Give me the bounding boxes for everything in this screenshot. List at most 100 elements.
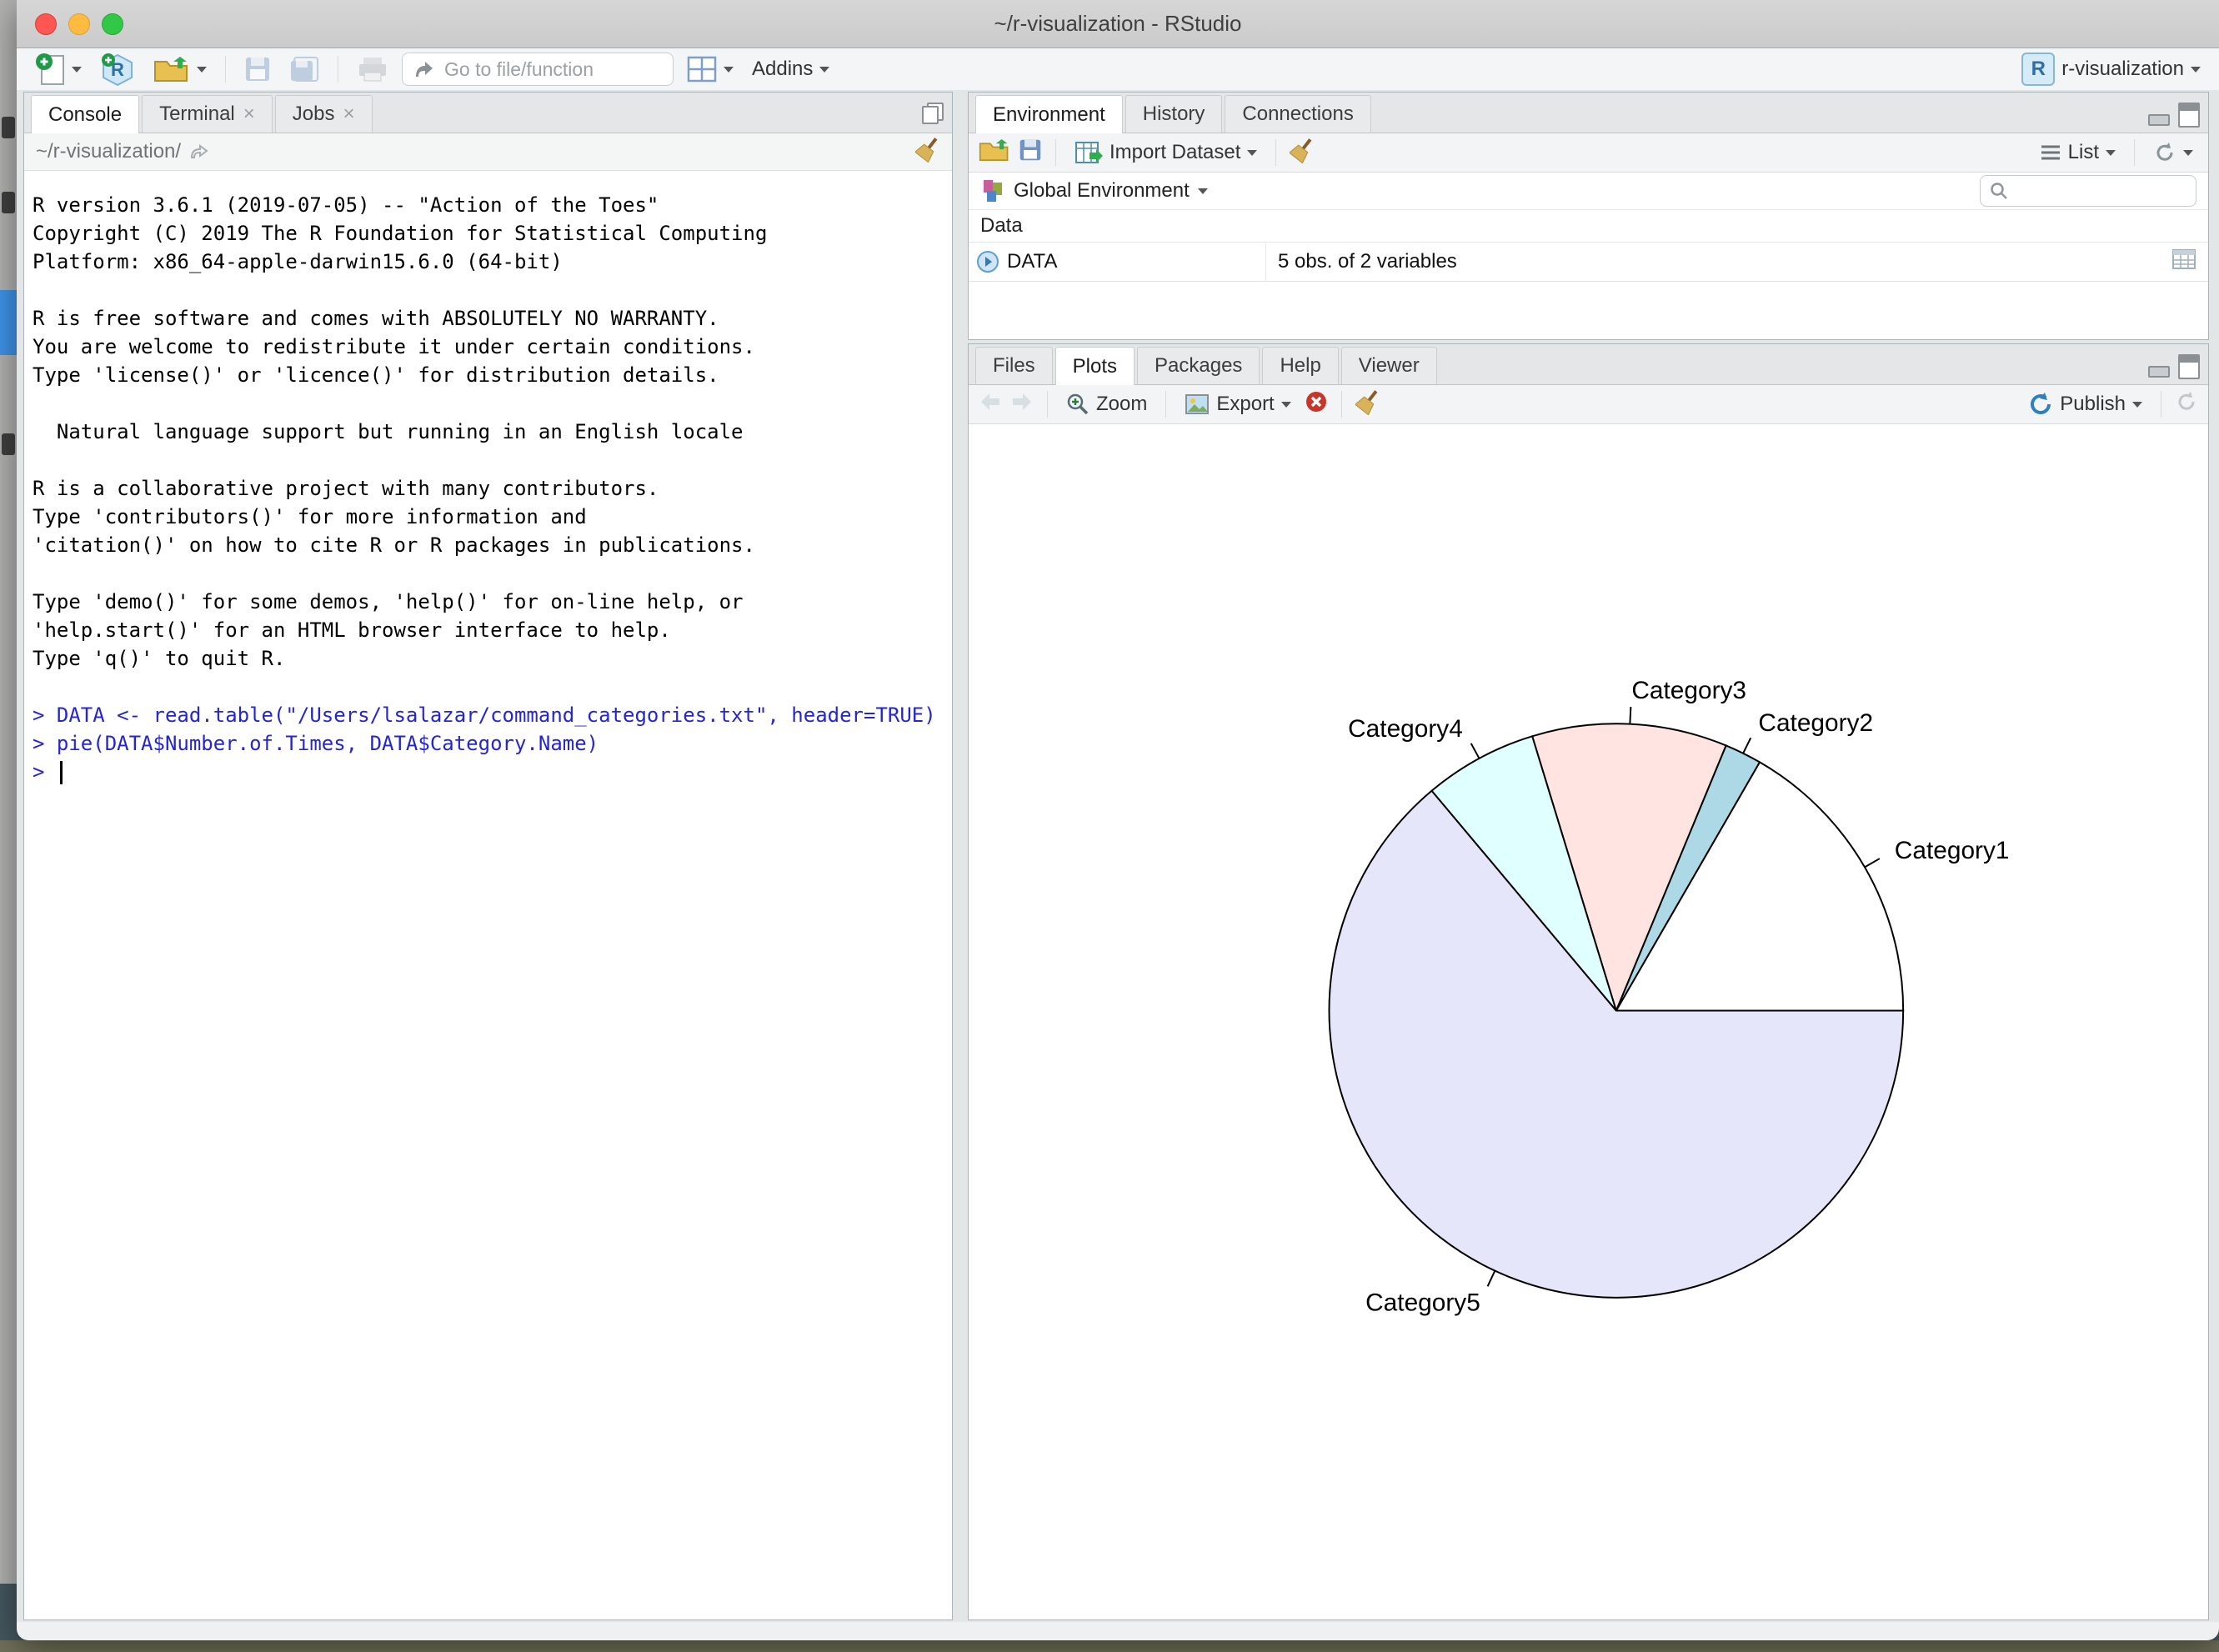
goto-file-input[interactable] xyxy=(443,58,629,82)
pie-label-tick xyxy=(1488,1271,1495,1287)
pane-layout-button[interactable] xyxy=(682,53,739,86)
list-view-dropdown[interactable]: List xyxy=(2035,138,2121,168)
console-output-line xyxy=(33,389,952,418)
goto-directory-icon[interactable] xyxy=(189,143,209,161)
zoom-label: Zoom xyxy=(1096,393,1147,416)
console-prompt: > xyxy=(33,760,57,783)
next-plot-button[interactable] xyxy=(1010,392,1034,418)
close-icon[interactable]: × xyxy=(343,104,354,124)
chevron-down-icon xyxy=(72,67,82,73)
chevron-down-icon xyxy=(1281,402,1291,408)
new-project-button[interactable]: R xyxy=(95,48,140,90)
import-dataset-dropdown[interactable]: Import Dataset xyxy=(1069,138,1262,168)
expand-object-icon[interactable] xyxy=(976,250,999,273)
chevron-down-icon xyxy=(2106,150,2116,156)
save-icon xyxy=(1019,138,1042,162)
tab-console[interactable]: Console xyxy=(31,95,139,133)
zoom-plot-button[interactable]: Zoom xyxy=(1061,389,1152,419)
console-output-line: Type 'q()' to quit R. xyxy=(33,644,952,673)
minimize-pane-icon[interactable] xyxy=(2148,114,2170,126)
window-title: ~/r-visualization - RStudio xyxy=(994,11,1242,37)
minimize-window-button[interactable] xyxy=(68,13,90,35)
load-workspace-button[interactable] xyxy=(979,138,1010,168)
new-file-button[interactable] xyxy=(30,49,87,89)
addins-label: Addins xyxy=(752,58,813,81)
traffic-lights xyxy=(35,0,123,48)
magnifier-icon xyxy=(1066,393,1089,416)
refresh-plot-button[interactable] xyxy=(2175,390,2198,419)
chevron-down-icon xyxy=(2183,150,2193,156)
global-environment-icon xyxy=(980,178,1005,203)
main-toolbar: R xyxy=(17,48,2219,91)
chevron-down-icon xyxy=(2191,67,2201,73)
tab-plots[interactable]: Plots xyxy=(1055,347,1135,385)
toolbar-separator xyxy=(225,56,226,83)
tab-terminal[interactable]: Terminal × xyxy=(142,95,273,133)
print-button[interactable] xyxy=(352,53,393,86)
export-dropdown[interactable]: Export xyxy=(1180,389,1295,419)
maximize-pane-icon[interactable] xyxy=(2178,103,2200,128)
console-output-line xyxy=(33,276,952,304)
environment-section-header: Data xyxy=(969,210,2208,242)
clear-all-plots-button[interactable] xyxy=(1355,388,1380,421)
environment-scope-dropdown[interactable]: Global Environment xyxy=(1014,179,1190,203)
save-button[interactable] xyxy=(239,53,276,86)
tab-environment[interactable]: Environment xyxy=(975,95,1123,133)
broom-icon xyxy=(1290,137,1315,163)
remove-plot-button[interactable] xyxy=(1305,390,1328,419)
save-all-button[interactable] xyxy=(284,53,324,86)
refresh-icon xyxy=(2175,390,2198,413)
view-table-button[interactable] xyxy=(2171,248,2196,276)
tab-packages[interactable]: Packages xyxy=(1137,347,1260,384)
chevron-down-icon xyxy=(2132,402,2142,408)
environment-tabstrip: Environment History Connections xyxy=(969,93,2208,133)
tab-label: Plots xyxy=(1073,348,1117,385)
tab-help[interactable]: Help xyxy=(1262,347,1338,384)
background-blob xyxy=(2,117,15,138)
refresh-icon xyxy=(2153,141,2176,164)
goto-file-box xyxy=(402,53,674,86)
addins-dropdown[interactable]: Addins xyxy=(747,54,834,84)
tab-viewer[interactable]: Viewer xyxy=(1341,347,1437,384)
maximize-pane-icon[interactable] xyxy=(2178,354,2200,379)
clear-console-button[interactable] xyxy=(915,136,940,168)
tab-label: Environment xyxy=(993,97,1105,133)
object-summary: 5 obs. of 2 variables xyxy=(1265,243,2171,281)
save-all-icon xyxy=(289,56,319,83)
environment-object-row[interactable]: DATA 5 obs. of 2 variables xyxy=(969,242,2208,282)
publish-icon xyxy=(2028,392,2053,417)
plots-tabstrip: Files Plots Packages Help Viewer xyxy=(969,344,2208,385)
save-workspace-button[interactable] xyxy=(1019,138,1042,168)
refresh-environment-button[interactable] xyxy=(2148,138,2198,168)
popout-pane-icon[interactable] xyxy=(922,103,944,124)
tab-jobs[interactable]: Jobs × xyxy=(275,95,373,133)
console-output-line: R is a collaborative project with many c… xyxy=(33,474,952,503)
tab-label: Packages xyxy=(1155,348,1242,384)
toolbar-separator xyxy=(1165,391,1166,418)
project-dropdown[interactable]: R r-visualization xyxy=(2016,49,2206,89)
plots-pane: Files Plots Packages Help Viewer xyxy=(968,343,2209,1620)
console-output[interactable]: R version 3.6.1 (2019-07-05) -- "Action … xyxy=(24,171,952,786)
previous-plot-button[interactable] xyxy=(979,392,1002,418)
tab-connections[interactable]: Connections xyxy=(1225,95,1370,133)
tab-label: Jobs xyxy=(293,96,335,133)
close-window-button[interactable] xyxy=(35,13,57,35)
open-file-button[interactable] xyxy=(148,52,212,87)
close-icon[interactable]: × xyxy=(243,104,255,124)
environment-search-input[interactable] xyxy=(2016,179,2169,203)
titlebar: ~/r-visualization - RStudio xyxy=(17,0,2219,48)
tab-history[interactable]: History xyxy=(1125,95,1223,133)
text-cursor xyxy=(60,761,63,784)
console-output-line: You are welcome to redistribute it under… xyxy=(33,333,952,361)
tab-files[interactable]: Files xyxy=(975,347,1053,384)
clear-objects-button[interactable] xyxy=(1290,137,1315,169)
console-command-line: > DATA <- read.table("/Users/lsalazar/co… xyxy=(33,701,952,729)
object-name: DATA xyxy=(1007,250,1265,273)
console-prompt-line[interactable]: > xyxy=(33,758,952,786)
console-output-line xyxy=(33,559,952,588)
console-output-line: R is free software and comes with ABSOLU… xyxy=(33,304,952,333)
table-icon xyxy=(2171,248,2196,270)
zoom-window-button[interactable] xyxy=(102,13,123,35)
minimize-pane-icon[interactable] xyxy=(2148,366,2170,378)
publish-dropdown[interactable]: Publish xyxy=(2023,388,2147,420)
